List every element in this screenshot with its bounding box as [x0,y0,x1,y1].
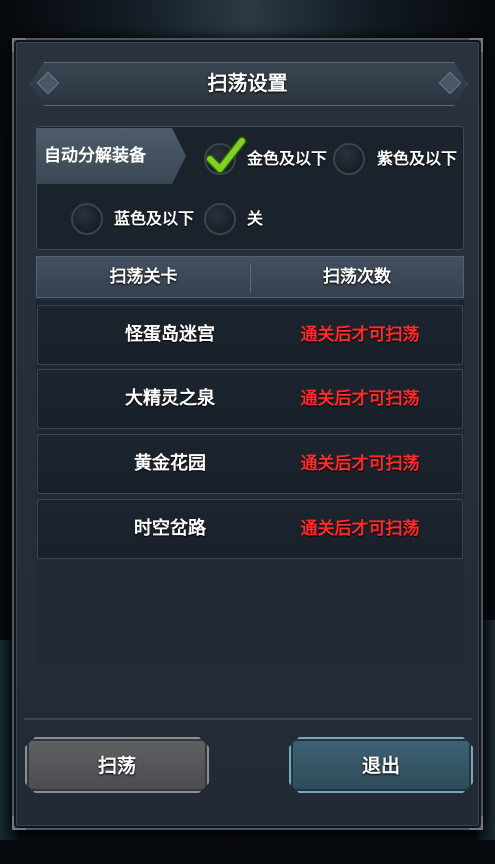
option-label-blue[interactable]: 蓝色及以下 [114,203,194,235]
table-row: 黄金花园 通关后才可扫荡 [37,434,463,494]
option-label-gold[interactable]: 金色及以下 [247,143,327,175]
sweep-status: 通关后才可扫荡 [300,454,420,474]
corner-ornament [469,38,483,52]
sweep-button[interactable]: 扫荡 [25,737,209,793]
table-header: 扫荡关卡 扫荡次数 [36,256,464,298]
table-row: 时空岔路 通关后才可扫荡 [37,499,463,559]
corner-ornament [469,816,483,830]
auto-decompose-label: 自动分解装备 [44,146,146,166]
checkmark-icon [205,136,247,174]
option-label-purple[interactable]: 紫色及以下 [377,143,457,175]
table-row: 大精灵之泉 通关后才可扫荡 [37,369,463,429]
corner-ornament [12,38,26,52]
header-count: 扫荡次数 [323,267,391,287]
radio-off[interactable] [204,203,236,235]
option-label-off[interactable]: 关 [247,203,263,235]
sweep-status: 通关后才可扫荡 [300,519,420,539]
table-row: 怪蛋岛迷宫 通关后才可扫荡 [37,305,463,365]
radio-blue-and-below[interactable] [71,203,103,235]
corner-ornament [12,816,26,830]
sweep-status: 通关后才可扫荡 [300,325,420,345]
sweep-status: 通关后才可扫荡 [300,389,420,409]
radio-gold-and-below[interactable] [204,136,247,175]
divider [24,718,472,720]
header-stage: 扫荡关卡 [109,267,178,287]
radio-purple-and-below[interactable] [333,143,365,175]
exit-button[interactable]: 退出 [289,737,473,793]
dialog-title: 扫荡设置 [207,71,288,95]
